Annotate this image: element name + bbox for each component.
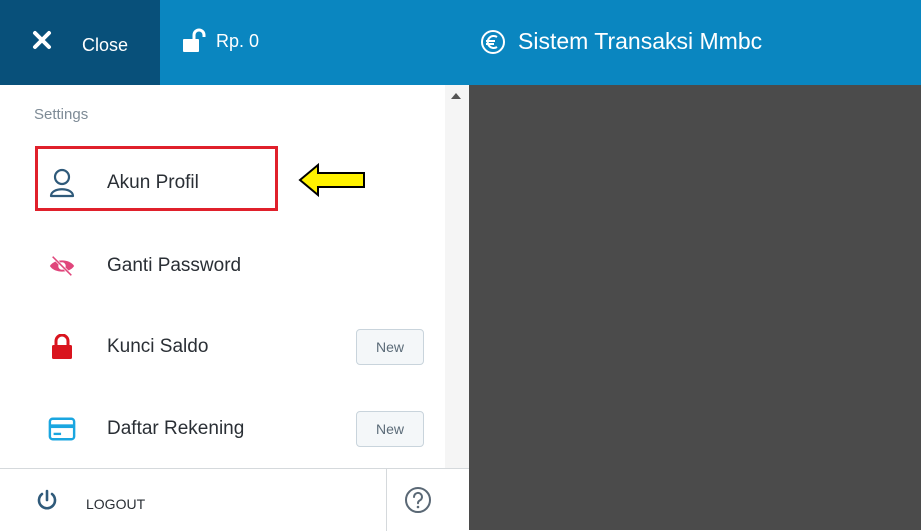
pointer-arrow-icon — [298, 162, 365, 198]
logout-label: LOGOUT — [86, 496, 146, 512]
app-title: Sistem Transaksi Mmbc — [480, 28, 762, 55]
top-bar: Close Rp. 0 Sistem Transaksi Mmbc — [0, 0, 921, 85]
highlight-box — [35, 146, 278, 211]
sidebar-scrollbar[interactable] — [445, 85, 469, 468]
menu-item-ganti-password[interactable]: Ganti Password — [0, 236, 445, 296]
close-button[interactable]: Close — [0, 0, 160, 85]
balance-button[interactable]: Rp. 0 — [182, 28, 259, 54]
section-label: Settings — [34, 106, 89, 123]
unlock-icon — [183, 28, 206, 52]
scroll-up-arrow-icon[interactable] — [451, 93, 461, 99]
logout-button[interactable]: LOGOUT — [0, 469, 387, 531]
app-title-text: Sistem Transaksi Mmbc — [518, 28, 763, 54]
lock-icon — [48, 333, 76, 361]
eye-slash-icon — [48, 252, 76, 280]
menu-item-label: Ganti Password — [107, 255, 242, 276]
main-content-area — [469, 85, 921, 530]
balance-label: Rp. 0 — [216, 30, 260, 51]
help-icon[interactable] — [404, 486, 432, 514]
new-badge: New — [356, 411, 424, 447]
power-icon — [37, 489, 57, 510]
sidebar-footer: LOGOUT — [0, 468, 469, 531]
menu-item-kunci-saldo[interactable]: Kunci Saldo New — [0, 317, 445, 377]
menu-item-daftar-rekening[interactable]: Daftar Rekening New — [0, 399, 445, 459]
menu-item-label: Kunci Saldo — [107, 336, 209, 357]
menu-item-label: Daftar Rekening — [107, 418, 245, 439]
new-badge: New — [356, 329, 424, 365]
euro-circle-icon — [481, 29, 505, 54]
close-icon — [33, 31, 51, 49]
close-label: Close — [82, 35, 129, 55]
credit-card-icon — [48, 415, 76, 443]
